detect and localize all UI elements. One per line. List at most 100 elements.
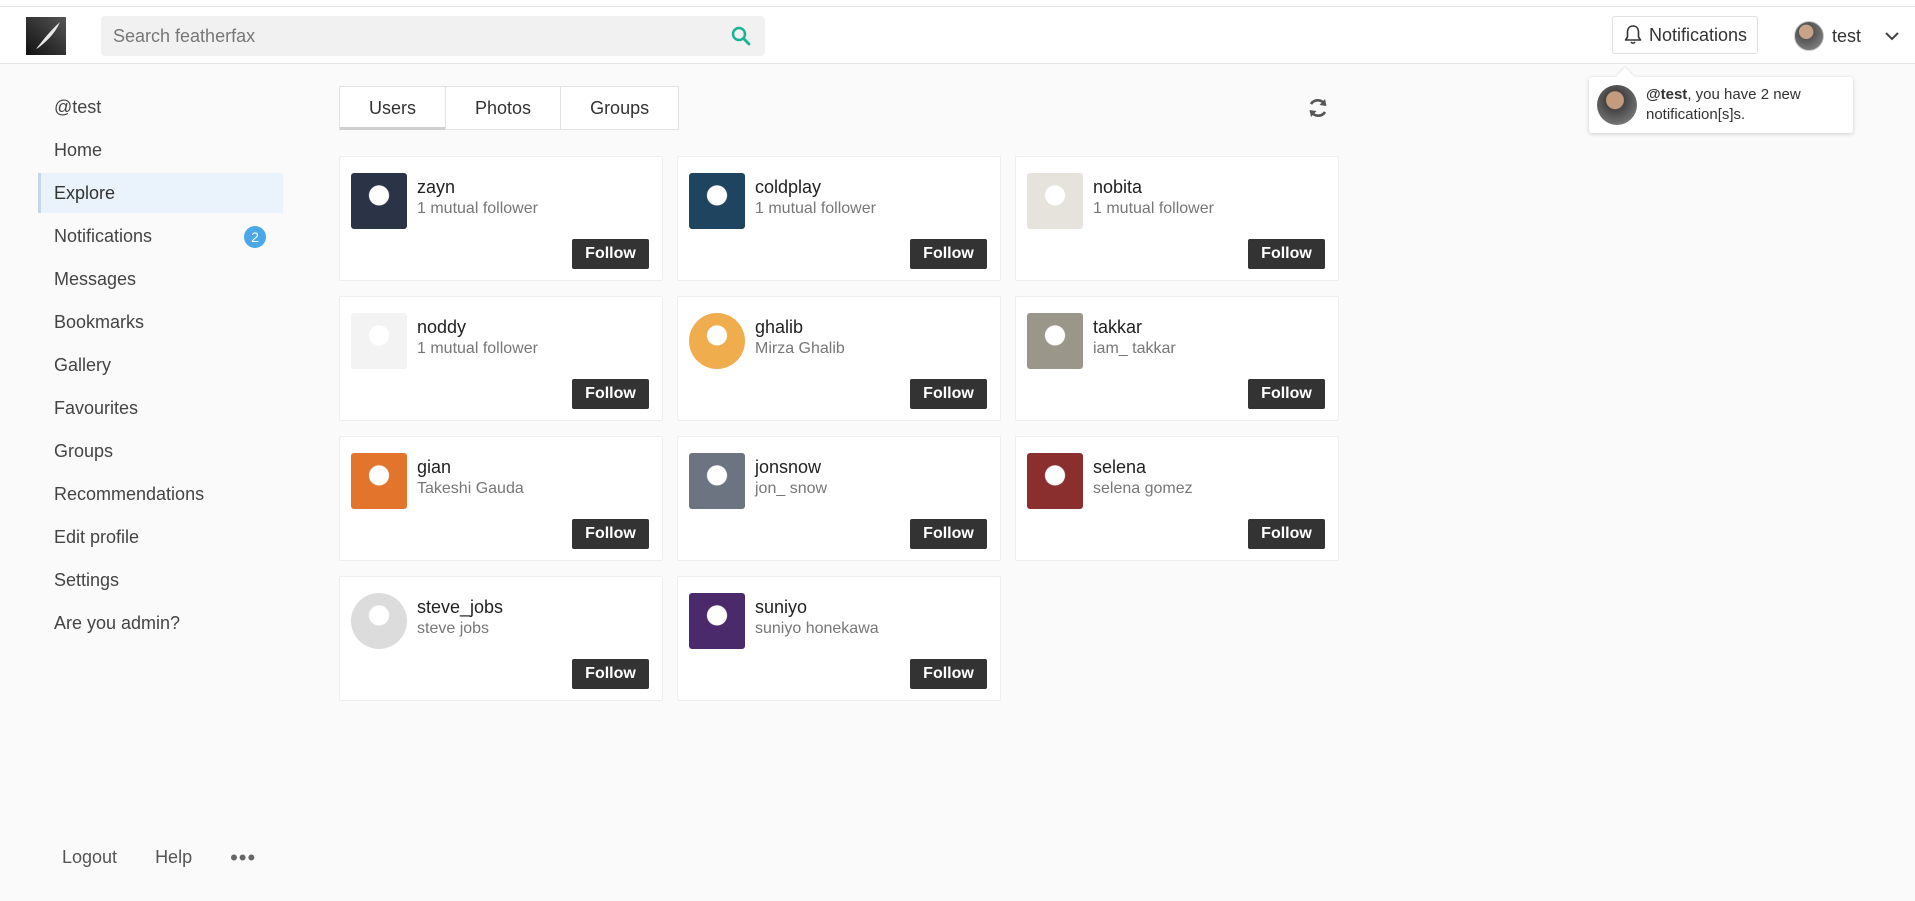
follow-button[interactable]: Follow: [572, 239, 649, 269]
username: test: [1832, 25, 1862, 46]
user-menu[interactable]: test: [1794, 20, 1899, 52]
header: Notifications test: [0, 7, 1915, 64]
user-name[interactable]: noddy: [417, 317, 466, 338]
notifications-button-label: Notifications: [1648, 24, 1748, 45]
user-card: coldplay 1 mutual follower Follow: [677, 156, 1001, 281]
sidebar-item-settings[interactable]: Settings: [38, 560, 283, 600]
bell-icon: [1624, 25, 1642, 45]
user-avatar[interactable]: [689, 173, 745, 229]
chevron-down-icon[interactable]: [1885, 31, 1899, 41]
sidebar-item-label: Recommendations: [54, 483, 205, 504]
notifications-button[interactable]: Notifications: [1612, 16, 1758, 54]
logout-link[interactable]: Logout: [62, 847, 117, 868]
user-avatar[interactable]: [1027, 313, 1083, 369]
follow-button[interactable]: Follow: [1248, 379, 1325, 409]
sidebar-item-explore[interactable]: Explore: [38, 173, 283, 213]
user-avatar[interactable]: [689, 593, 745, 649]
user-subtitle: Takeshi Gauda: [417, 480, 524, 497]
sidebar-item-favourites[interactable]: Favourites: [38, 388, 283, 428]
sidebar-item-edit-profile[interactable]: Edit profile: [38, 517, 283, 557]
follow-button[interactable]: Follow: [1248, 239, 1325, 269]
search-icon[interactable]: [731, 26, 751, 46]
follow-button[interactable]: Follow: [572, 659, 649, 689]
user-name[interactable]: nobita: [1093, 177, 1142, 198]
toast-handle: @test: [1646, 86, 1688, 103]
sidebar-item-label: Bookmarks: [54, 311, 145, 332]
user-avatar[interactable]: [351, 453, 407, 509]
more-options-icon[interactable]: •••: [230, 846, 256, 868]
user-avatar[interactable]: [351, 173, 407, 229]
sidebar-nav: @test Home Explore Notifications 2 Messages Bo…: [38, 87, 283, 646]
tab-photos[interactable]: Photos: [446, 87, 562, 129]
sidebar-item-are-you-admin[interactable]: Are you admin?: [38, 603, 283, 643]
sidebar-item-label: Messages: [54, 268, 137, 289]
user-subtitle: iam_ takkar: [1093, 340, 1176, 357]
toast-avatar: [1597, 85, 1637, 125]
user-name[interactable]: takkar: [1093, 317, 1142, 338]
user-name[interactable]: ghalib: [755, 317, 803, 338]
user-avatar[interactable]: [689, 313, 745, 369]
sidebar-item-recommendations[interactable]: Recommendations: [38, 474, 283, 514]
user-name[interactable]: gian: [417, 457, 451, 478]
user-card: selena selena gomez Follow: [1015, 436, 1339, 561]
sidebar-item-test[interactable]: @test: [38, 87, 283, 127]
user-avatar[interactable]: [351, 313, 407, 369]
user-card: ghalib Mirza Ghalib Follow: [677, 296, 1001, 421]
user-subtitle: 1 mutual follower: [417, 340, 538, 357]
follow-button[interactable]: Follow: [910, 659, 987, 689]
user-avatar[interactable]: [1027, 173, 1083, 229]
sidebar-item-label: Are you admin?: [54, 612, 181, 633]
search-input[interactable]: [113, 16, 713, 56]
user-name[interactable]: selena: [1093, 457, 1146, 478]
sidebar-item-label: Settings: [54, 569, 120, 590]
user-name[interactable]: zayn: [417, 177, 455, 198]
user-grid: zayn 1 mutual follower Follow coldplay 1 mut…: [339, 156, 1339, 701]
sidebar-item-notifications[interactable]: Notifications 2: [38, 216, 283, 256]
explore-tabs: Users Photos Groups: [339, 86, 680, 130]
notification-count-badge: 2: [244, 226, 266, 248]
tab-users[interactable]: Users: [340, 87, 447, 130]
featherfax-logo[interactable]: [26, 17, 66, 55]
sidebar-item-label: Favourites: [54, 397, 139, 418]
refresh-icon[interactable]: [1306, 96, 1330, 120]
follow-button[interactable]: Follow: [572, 379, 649, 409]
user-name[interactable]: steve_jobs: [417, 597, 503, 618]
sidebar-item-gallery[interactable]: Gallery: [38, 345, 283, 385]
sidebar-item-label: Notifications: [54, 225, 153, 246]
user-name[interactable]: suniyo: [755, 597, 807, 618]
notification-toast[interactable]: @test, you have 2 new notification[s]s.: [1589, 77, 1853, 133]
user-avatar[interactable]: [1027, 453, 1083, 509]
user-name[interactable]: coldplay: [755, 177, 821, 198]
user-card: zayn 1 mutual follower Follow: [339, 156, 663, 281]
feather-icon: [26, 17, 66, 55]
user-card: suniyo suniyo honekawa Follow: [677, 576, 1001, 701]
sidebar-item-bookmarks[interactable]: Bookmarks: [38, 302, 283, 342]
user-subtitle: 1 mutual follower: [417, 200, 538, 217]
sidebar-item-home[interactable]: Home: [38, 130, 283, 170]
follow-button[interactable]: Follow: [910, 519, 987, 549]
sidebar-item-groups[interactable]: Groups: [38, 431, 283, 471]
sidebar-item-label: Edit profile: [54, 526, 140, 547]
follow-button[interactable]: Follow: [910, 239, 987, 269]
follow-button[interactable]: Follow: [910, 379, 987, 409]
sidebar-item-label: @test: [54, 96, 102, 117]
sidebar-item-label: Explore: [54, 182, 116, 203]
sidebar-item-label: Home: [54, 139, 103, 160]
user-card: nobita 1 mutual follower Follow: [1015, 156, 1339, 281]
user-name[interactable]: jonsnow: [755, 457, 821, 478]
follow-button[interactable]: Follow: [1248, 519, 1325, 549]
tab-groups[interactable]: Groups: [561, 87, 678, 129]
avatar: [1794, 21, 1824, 51]
toast-text: @test, you have 2 new notification[s]s.: [1646, 85, 1846, 125]
sidebar-item-messages[interactable]: Messages: [38, 259, 283, 299]
user-avatar[interactable]: [351, 593, 407, 649]
search-bar: [101, 16, 765, 56]
user-subtitle: suniyo honekawa: [755, 620, 879, 637]
sidebar-item-label: Gallery: [54, 354, 112, 375]
sidebar-item-label: Groups: [54, 440, 114, 461]
follow-button[interactable]: Follow: [572, 519, 649, 549]
user-avatar[interactable]: [689, 453, 745, 509]
help-link[interactable]: Help: [155, 847, 192, 868]
user-card: noddy 1 mutual follower Follow: [339, 296, 663, 421]
user-subtitle: jon_ snow: [755, 480, 828, 497]
